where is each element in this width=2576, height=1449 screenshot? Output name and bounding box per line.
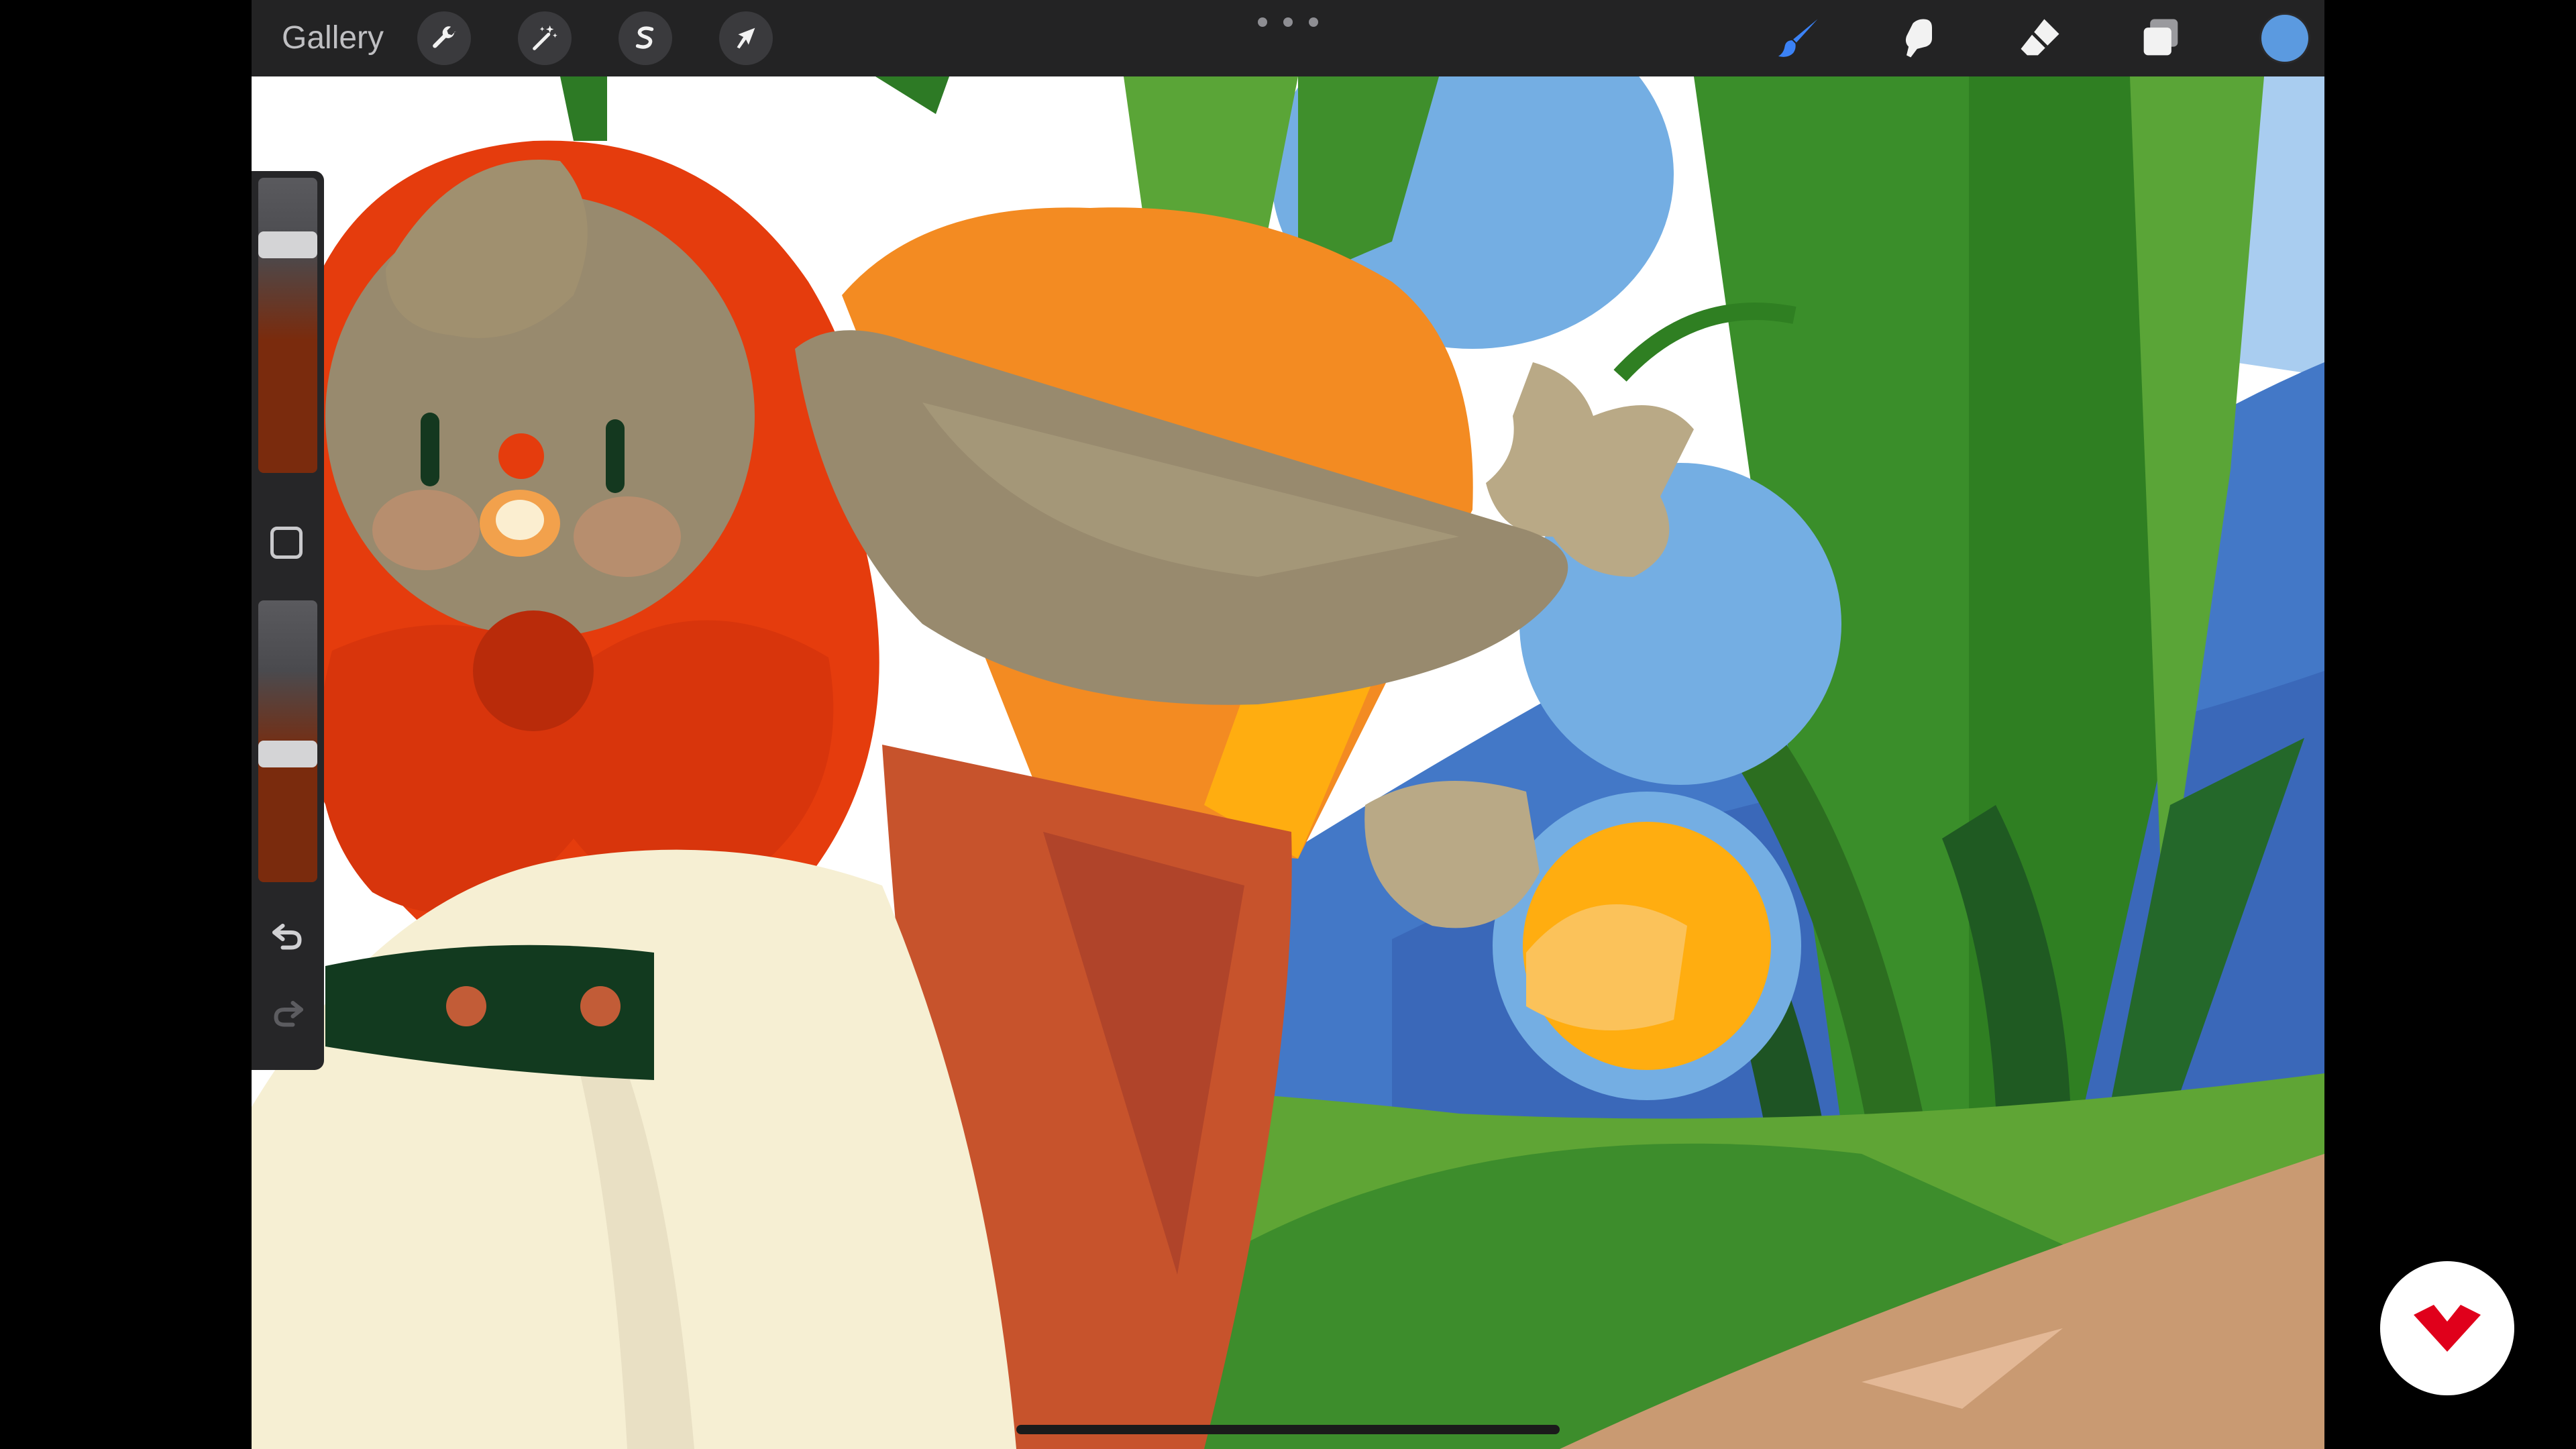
eraser-tool-button[interactable]	[2012, 10, 2068, 66]
brush-icon	[1778, 19, 1818, 57]
brush-size-thumb[interactable]	[258, 231, 317, 258]
procreate-screen: Gallery	[252, 0, 2324, 1449]
color-picker-button[interactable]	[2261, 15, 2308, 62]
selection-button[interactable]	[619, 11, 672, 65]
adjustments-button[interactable]	[518, 11, 572, 65]
smudge-icon	[1905, 19, 1932, 58]
brand-badge	[2380, 1261, 2514, 1395]
layers-button[interactable]	[2133, 10, 2189, 66]
brush-tool-button[interactable]	[1770, 10, 1827, 66]
drawing-canvas[interactable]	[252, 0, 2324, 1449]
ellipsis-dot	[1309, 17, 1318, 27]
brush-opacity-thumb[interactable]	[258, 741, 317, 767]
redo-icon[interactable]	[268, 993, 308, 1033]
undo-icon[interactable]	[268, 916, 308, 956]
brush-size-slider[interactable]	[258, 178, 317, 473]
smudge-tool-button[interactable]	[1891, 10, 1947, 66]
ellipsis-icon	[1258, 17, 1267, 27]
magic-wand-icon	[533, 25, 557, 50]
actions-button[interactable]	[417, 11, 471, 65]
home-indicator[interactable]	[1016, 1425, 1560, 1434]
brush-sidebar	[252, 171, 324, 1070]
more-options-button[interactable]	[1258, 12, 1318, 32]
selection-s-icon	[635, 26, 654, 49]
eraser-icon	[2021, 19, 2059, 56]
ellipsis-dot	[1283, 17, 1293, 27]
top-toolbar: Gallery	[252, 0, 2324, 76]
domestika-logo-icon	[2414, 1305, 2481, 1352]
layers-icon	[2143, 19, 2178, 56]
transform-arrow-icon	[737, 28, 755, 49]
gallery-button[interactable]: Gallery	[282, 15, 384, 62]
brush-opacity-slider[interactable]	[258, 600, 317, 882]
transform-button[interactable]	[719, 11, 773, 65]
wrench-icon	[433, 26, 456, 48]
modify-button[interactable]	[270, 527, 303, 559]
